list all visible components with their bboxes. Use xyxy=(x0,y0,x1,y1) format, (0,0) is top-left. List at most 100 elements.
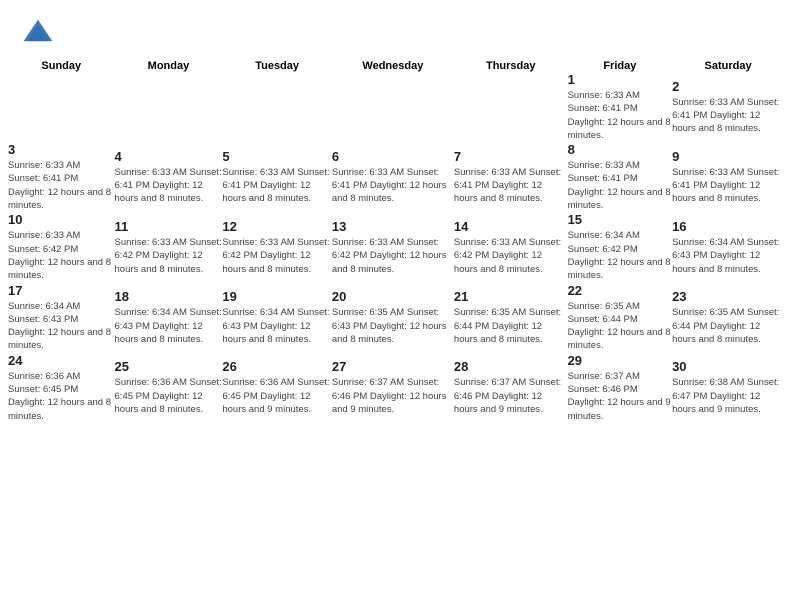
page-header xyxy=(0,0,792,60)
calendar-cell: 11 Sunrise: 6:33 AM Sunset: 6:42 PM Dayli… xyxy=(115,212,223,282)
calendar-cell xyxy=(222,72,332,142)
calendar-cell: 15 Sunrise: 6:34 AM Sunset: 6:42 PM Dayli… xyxy=(568,212,672,282)
day-of-week-header: Thursday xyxy=(454,60,568,72)
day-info: Sunrise: 6:36 AM Sunset: 6:45 PM Dayligh… xyxy=(8,370,115,423)
day-number: 27 xyxy=(332,359,454,374)
day-of-week-header: Friday xyxy=(568,60,672,72)
day-number: 28 xyxy=(454,359,568,374)
day-info: Sunrise: 6:35 AM Sunset: 6:44 PM Dayligh… xyxy=(672,306,784,346)
day-number: 14 xyxy=(454,219,568,234)
day-number: 26 xyxy=(222,359,332,374)
day-number: 4 xyxy=(115,149,223,164)
calendar-cell: 19 Sunrise: 6:34 AM Sunset: 6:43 PM Dayli… xyxy=(222,283,332,353)
calendar-cell: 21Sunrise: 6:35 AM Sunset: 6:44 PM Dayli… xyxy=(454,283,568,353)
day-info: Sunrise: 6:33 AM Sunset: 6:41 PM Dayligh… xyxy=(332,166,454,206)
calendar-cell: 6 Sunrise: 6:33 AM Sunset: 6:41 PM Daylig… xyxy=(332,142,454,212)
day-number: 6 xyxy=(332,149,454,164)
day-number: 9 xyxy=(672,149,784,164)
day-info: Sunrise: 6:33 AM Sunset: 6:41 PM Dayligh… xyxy=(454,166,568,206)
day-info: Sunrise: 6:37 AM Sunset: 6:46 PM Dayligh… xyxy=(568,370,672,423)
calendar-cell: 30Sunrise: 6:38 AM Sunset: 6:47 PM Dayli… xyxy=(672,353,784,423)
calendar-cell: 5Sunrise: 6:33 AM Sunset: 6:41 PM Daylig… xyxy=(222,142,332,212)
calendar-cell: 8 Sunrise: 6:33 AM Sunset: 6:41 PM Daylig… xyxy=(568,142,672,212)
day-info: Sunrise: 6:35 AM Sunset: 6:44 PM Dayligh… xyxy=(568,300,672,353)
calendar-cell: 3 Sunrise: 6:33 AM Sunset: 6:41 PM Daylig… xyxy=(8,142,115,212)
day-number: 15 xyxy=(568,212,672,227)
calendar-cell: 17Sunrise: 6:34 AM Sunset: 6:43 PM Dayli… xyxy=(8,283,115,353)
calendar-cell: 12Sunrise: 6:33 AM Sunset: 6:42 PM Dayli… xyxy=(222,212,332,282)
calendar-cell: 16Sunrise: 6:34 AM Sunset: 6:43 PM Dayli… xyxy=(672,212,784,282)
calendar-header: SundayMondayTuesdayWednesdayThursdayFrid… xyxy=(8,60,784,72)
calendar-cell: 20 Sunrise: 6:35 AM Sunset: 6:43 PM Dayli… xyxy=(332,283,454,353)
calendar-cell xyxy=(8,72,115,142)
day-info: Sunrise: 6:33 AM Sunset: 6:42 PM Dayligh… xyxy=(115,236,223,276)
day-info: Sunrise: 6:33 AM Sunset: 6:41 PM Dayligh… xyxy=(115,166,223,206)
calendar-week-row: 3Sunrise: 6:33 AM Sunset: 6:41 PM Daylig… xyxy=(8,142,784,212)
day-info: Sunrise: 6:34 AM Sunset: 6:43 PM Dayligh… xyxy=(672,236,784,276)
day-number: 24 xyxy=(8,353,115,368)
day-info: Sunrise: 6:33 AM Sunset: 6:41 PM Dayligh… xyxy=(568,159,672,212)
day-number: 1 xyxy=(568,72,672,87)
days-of-week-row: SundayMondayTuesdayWednesdayThursdayFrid… xyxy=(8,60,784,72)
day-number: 13 xyxy=(332,219,454,234)
day-info: Sunrise: 6:33 AM Sunset: 6:41 PM Dayligh… xyxy=(672,166,784,206)
day-of-week-header: Tuesday xyxy=(222,60,332,72)
day-of-week-header: Saturday xyxy=(672,60,784,72)
calendar-body: 1Sunrise: 6:33 AM Sunset: 6:41 PM Daylig… xyxy=(8,72,784,423)
day-number: 8 xyxy=(568,142,672,157)
logo-icon xyxy=(20,16,56,52)
calendar-cell: 10 Sunrise: 6:33 AM Sunset: 6:42 PM Dayli… xyxy=(8,212,115,282)
day-info: Sunrise: 6:36 AM Sunset: 6:45 PM Dayligh… xyxy=(115,376,223,416)
day-number: 23 xyxy=(672,289,784,304)
day-info: Sunrise: 6:33 AM Sunset: 6:41 PM Dayligh… xyxy=(8,159,115,212)
day-info: Sunrise: 6:33 AM Sunset: 6:41 PM Dayligh… xyxy=(222,166,332,206)
day-info: Sunrise: 6:33 AM Sunset: 6:42 PM Dayligh… xyxy=(8,229,115,282)
day-of-week-header: Wednesday xyxy=(332,60,454,72)
calendar-cell: 18 Sunrise: 6:34 AM Sunset: 6:43 PM Dayli… xyxy=(115,283,223,353)
calendar-cell: 1Sunrise: 6:33 AM Sunset: 6:41 PM Daylig… xyxy=(568,72,672,142)
day-number: 21 xyxy=(454,289,568,304)
day-number: 7 xyxy=(454,149,568,164)
calendar-week-row: 10Sunrise: 6:33 AM Sunset: 6:42 PM Dayli… xyxy=(8,212,784,282)
day-number: 18 xyxy=(115,289,223,304)
day-info: Sunrise: 6:33 AM Sunset: 6:41 PM Dayligh… xyxy=(672,96,784,136)
calendar-table: SundayMondayTuesdayWednesdayThursdayFrid… xyxy=(8,60,784,423)
day-info: Sunrise: 6:33 AM Sunset: 6:42 PM Dayligh… xyxy=(222,236,332,276)
day-number: 3 xyxy=(8,142,115,157)
day-number: 29 xyxy=(568,353,672,368)
calendar-cell xyxy=(115,72,223,142)
day-number: 2 xyxy=(672,79,784,94)
day-info: Sunrise: 6:37 AM Sunset: 6:46 PM Dayligh… xyxy=(454,376,568,416)
day-info: Sunrise: 6:34 AM Sunset: 6:42 PM Dayligh… xyxy=(568,229,672,282)
calendar-cell: 25 Sunrise: 6:36 AM Sunset: 6:45 PM Dayli… xyxy=(115,353,223,423)
calendar-cell: 29 Sunrise: 6:37 AM Sunset: 6:46 PM Dayli… xyxy=(568,353,672,423)
calendar-week-row: 24Sunrise: 6:36 AM Sunset: 6:45 PM Dayli… xyxy=(8,353,784,423)
day-info: Sunrise: 6:33 AM Sunset: 6:42 PM Dayligh… xyxy=(454,236,568,276)
calendar-cell: 23 Sunrise: 6:35 AM Sunset: 6:44 PM Dayli… xyxy=(672,283,784,353)
day-number: 11 xyxy=(115,219,223,234)
day-number: 19 xyxy=(222,289,332,304)
day-number: 25 xyxy=(115,359,223,374)
calendar-cell: 14 Sunrise: 6:33 AM Sunset: 6:42 PM Dayli… xyxy=(454,212,568,282)
day-info: Sunrise: 6:33 AM Sunset: 6:42 PM Dayligh… xyxy=(332,236,454,276)
day-number: 30 xyxy=(672,359,784,374)
day-of-week-header: Monday xyxy=(115,60,223,72)
calendar-cell: 22 Sunrise: 6:35 AM Sunset: 6:44 PM Dayli… xyxy=(568,283,672,353)
day-info: Sunrise: 6:35 AM Sunset: 6:43 PM Dayligh… xyxy=(332,306,454,346)
day-number: 10 xyxy=(8,212,115,227)
calendar-week-row: 17Sunrise: 6:34 AM Sunset: 6:43 PM Dayli… xyxy=(8,283,784,353)
day-number: 20 xyxy=(332,289,454,304)
calendar-cell: 28 Sunrise: 6:37 AM Sunset: 6:46 PM Dayli… xyxy=(454,353,568,423)
day-info: Sunrise: 6:34 AM Sunset: 6:43 PM Dayligh… xyxy=(115,306,223,346)
calendar-cell: 13 Sunrise: 6:33 AM Sunset: 6:42 PM Dayli… xyxy=(332,212,454,282)
calendar-week-row: 1Sunrise: 6:33 AM Sunset: 6:41 PM Daylig… xyxy=(8,72,784,142)
day-info: Sunrise: 6:36 AM Sunset: 6:45 PM Dayligh… xyxy=(222,376,332,416)
calendar-cell xyxy=(332,72,454,142)
day-info: Sunrise: 6:37 AM Sunset: 6:46 PM Dayligh… xyxy=(332,376,454,416)
calendar-cell: 9 Sunrise: 6:33 AM Sunset: 6:41 PM Daylig… xyxy=(672,142,784,212)
day-number: 22 xyxy=(568,283,672,298)
calendar-wrapper: SundayMondayTuesdayWednesdayThursdayFrid… xyxy=(0,60,792,431)
day-info: Sunrise: 6:34 AM Sunset: 6:43 PM Dayligh… xyxy=(222,306,332,346)
calendar-cell: 27 Sunrise: 6:37 AM Sunset: 6:46 PM Dayli… xyxy=(332,353,454,423)
logo xyxy=(20,16,60,52)
